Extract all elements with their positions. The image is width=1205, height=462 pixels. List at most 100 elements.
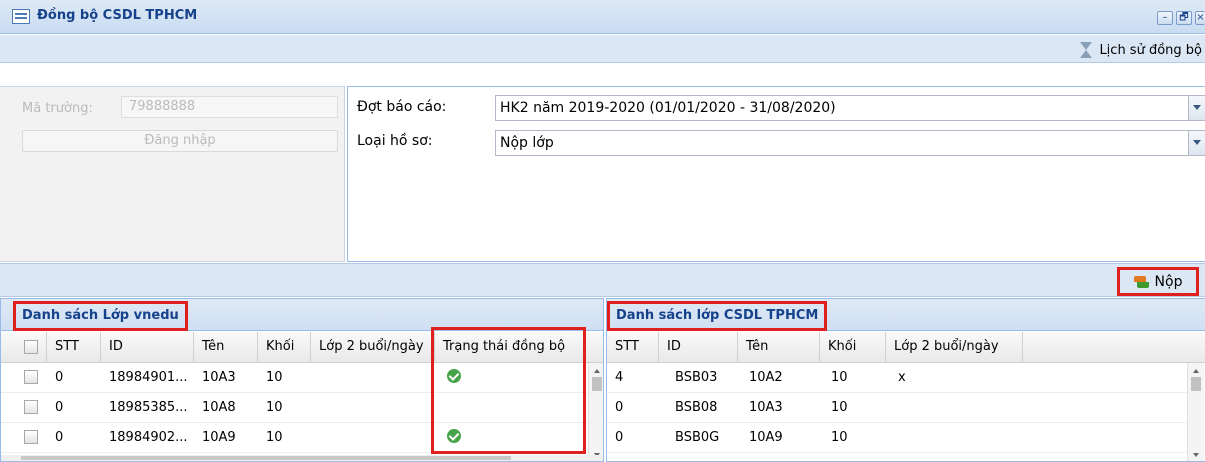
col-sync-status[interactable]: Trạng thái đồng bộ [435,332,603,362]
vnedu-class-grid: Danh sách Lớp vnedu STT ID Tên Khối Lớp … [0,298,604,462]
scroll-thumb[interactable] [1191,377,1201,391]
report-period-value: HK2 năm 2019-2020 (01/01/2020 - 31/08/20… [500,100,836,116]
hcmc-class-grid: Danh sách lớp CSDL TPHCM STT ID Tên Khối… [606,298,1205,462]
close-button[interactable]: × [1195,11,1205,25]
grid-titlebar: Danh sách Lớp vnedu [1,299,603,331]
form-icon [12,9,30,24]
row-checkbox[interactable] [24,400,38,414]
cell-grade: 10 [266,370,283,385]
cell-two-sessions [311,393,319,422]
col-name[interactable]: Tên [738,332,820,362]
cell-two-sessions: x [898,370,906,385]
row-checkbox[interactable] [24,430,38,444]
cell-grade: 10 [831,370,848,385]
cell-name: 10A9 [202,430,236,445]
cell-stt: 0 [615,400,624,415]
cell-name: 10A9 [749,430,783,445]
table-row[interactable]: 0 BSB0G 10A9 10 [607,423,1205,453]
record-type-label: Loại hồ sơ: [357,133,433,149]
grid-titlebar: Danh sách lớp CSDL TPHCM [607,299,1205,331]
cell-id: 18984902... [109,430,188,445]
scroll-down-icon[interactable] [1193,453,1199,457]
cell-sync-status [439,363,461,392]
cell-id: BSB0G [675,430,720,445]
col-stt[interactable]: STT [47,332,101,362]
cell-stt: 0 [55,400,64,415]
table-row[interactable]: 0 18984901... 10A3 10 [1,363,603,393]
login-panel: Mã trường: 79888888 Đăng nhập [0,86,345,262]
record-type-value: Nộp lớp [500,135,554,151]
horizontal-scrollbar[interactable] [1,455,603,461]
window-title: Đồng bộ CSDL TPHCM [37,8,198,23]
filter-panel: Đợt báo cáo: HK2 năm 2019-2020 (01/01/20… [347,86,1205,262]
sync-history-button[interactable]: Lịch sử đồng bộ [1077,39,1205,61]
select-all-checkbox[interactable] [24,340,38,354]
cell-stt: 4 [615,370,624,385]
sync-history-label: Lịch sử đồng bộ [1099,42,1202,58]
cell-grade: 10 [266,400,283,415]
cell-stt: 0 [615,430,624,445]
select-all-cell [1,332,47,362]
cell-id: 18985385... [109,400,188,415]
cell-id: BSB08 [675,400,718,415]
row-checkbox[interactable] [24,370,38,384]
scroll-up-icon[interactable] [594,369,600,373]
table-row[interactable]: 0 BSB08 10A3 10 [607,393,1205,423]
grid-header: STT ID Tên Khối Lớp 2 buổi/ngày [607,332,1205,363]
minimize-button[interactable]: – [1157,11,1173,25]
cell-grade: 10 [266,430,283,445]
school-code-label: Mã trường: [22,101,93,116]
hcmc-grid-title: Danh sách lớp CSDL TPHCM [607,301,828,331]
window-titlebar: Đồng bộ CSDL TPHCM – 🗗 × [0,0,1205,34]
col-name[interactable]: Tên [194,332,258,362]
cell-name: 10A3 [749,400,783,415]
table-row[interactable]: 4 BSB03 10A2 10 x [607,363,1205,393]
top-toolbar: Lịch sử đồng bộ [0,35,1205,63]
chevron-down-icon[interactable] [1188,96,1205,120]
cell-name: 10A3 [202,370,236,385]
col-two-sessions[interactable]: Lớp 2 buổi/ngày [886,332,1023,362]
vertical-scrollbar[interactable] [588,363,603,461]
cell-stt: 0 [55,370,64,385]
cell-two-sessions [311,423,319,452]
check-circle-icon [447,429,461,443]
submit-button[interactable]: Nộp [1117,267,1199,296]
scroll-up-icon[interactable] [1193,369,1199,373]
report-period-select[interactable]: HK2 năm 2019-2020 (01/01/2020 - 31/08/20… [495,95,1205,121]
col-id[interactable]: ID [101,332,194,362]
cell-grade: 10 [831,430,848,445]
scroll-thumb[interactable] [21,456,511,460]
record-type-select[interactable]: Nộp lớp [495,130,1205,156]
school-code-input[interactable]: 79888888 [121,96,338,118]
col-id[interactable]: ID [659,332,738,362]
cell-id: 18984901... [109,370,188,385]
action-toolbar: Nộp [0,263,1205,297]
table-row[interactable]: 0 18984902... 10A9 10 [1,423,603,453]
table-row[interactable]: 0 18985385... 10A8 10 [1,393,603,423]
login-button[interactable]: Đăng nhập [22,130,338,152]
cell-two-sessions [311,363,319,392]
grid-header: STT ID Tên Khối Lớp 2 buổi/ngày Trạng th… [1,332,603,363]
cell-two-sessions [890,423,898,452]
col-grade[interactable]: Khối [258,332,311,362]
check-circle-icon [447,369,461,383]
vnedu-grid-title: Danh sách Lớp vnedu [13,301,188,331]
submit-label: Nộp [1154,273,1183,290]
cell-two-sessions [890,393,898,422]
report-period-label: Đợt báo cáo: [357,99,447,115]
hourglass-icon [1077,41,1095,59]
chevron-down-icon[interactable] [1188,131,1205,155]
cell-name: 10A8 [202,400,236,415]
restore-button[interactable]: 🗗 [1176,11,1192,25]
scroll-thumb[interactable] [592,377,602,391]
cell-grade: 10 [831,400,848,415]
cell-sync-status [439,423,461,452]
col-stt[interactable]: STT [607,332,659,362]
cell-stt: 0 [55,430,64,445]
sync-icon [1133,275,1150,289]
vertical-scrollbar[interactable] [1187,363,1204,461]
cell-sync-status [439,393,447,422]
col-two-sessions[interactable]: Lớp 2 buổi/ngày [311,332,435,362]
col-grade[interactable]: Khối [820,332,886,362]
cell-name: 10A2 [749,370,783,385]
